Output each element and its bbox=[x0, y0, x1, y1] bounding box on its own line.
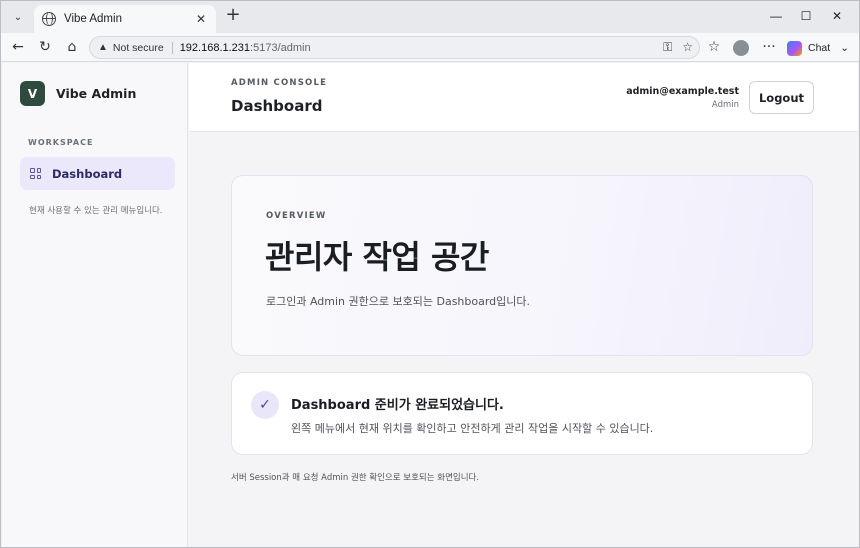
sidebar-section-label: WORKSPACE bbox=[28, 138, 94, 147]
copilot-icon bbox=[787, 40, 802, 56]
chat-button[interactable]: Chat ⌄ bbox=[787, 38, 849, 58]
overview-title: 관리자 작업 공간 bbox=[265, 238, 489, 276]
url-path: :5173/admin bbox=[250, 41, 311, 54]
browser-window: ⌄ Vibe Admin ✕ + — ☐ ✕ ← ↻ ⌂ ▲ Not secur… bbox=[0, 0, 860, 548]
overview-card: OVERVIEW 관리자 작업 공간 로그인과 Admin 권한으로 보호되는 … bbox=[231, 175, 813, 356]
back-arrow-icon[interactable]: ← bbox=[8, 37, 28, 57]
user-email: admin@example.test bbox=[626, 86, 739, 97]
browser-toolbar: ← ↻ ⌂ ▲ Not secure 192.168.1.231:5173/ad… bbox=[1, 33, 859, 62]
brand-logo: V bbox=[20, 81, 45, 106]
omnibox-divider bbox=[171, 41, 173, 54]
minimize-icon[interactable]: — bbox=[766, 9, 786, 23]
new-tab-plus-icon[interactable]: + bbox=[224, 6, 242, 25]
status-card: ✓ Dashboard 준비가 완료되었습니다. 왼쪽 메뉴에서 현재 위치를 … bbox=[231, 372, 813, 455]
maximize-icon[interactable]: ☐ bbox=[796, 9, 816, 23]
omnibox-icons: ⚿ ☆ bbox=[663, 40, 693, 55]
globe-icon bbox=[42, 12, 56, 26]
status-title: Dashboard 준비가 완료되었습니다. bbox=[291, 398, 504, 413]
grid-icon bbox=[30, 168, 41, 179]
warning-triangle-icon[interactable]: ▲ bbox=[98, 42, 108, 53]
star-icon[interactable]: ☆ bbox=[682, 40, 693, 55]
url-host: 192.168.1.231 bbox=[179, 41, 251, 54]
page-title: Dashboard bbox=[231, 97, 323, 115]
page-content: V Vibe Admin WORKSPACE Dashboard 현재 사용할 … bbox=[2, 63, 858, 547]
chat-label: Chat bbox=[808, 42, 831, 54]
not-secure-label[interactable]: Not secure bbox=[113, 42, 164, 54]
window-close-icon[interactable]: ✕ bbox=[827, 9, 847, 23]
chevron-down-icon[interactable]: ⌄ bbox=[840, 42, 849, 54]
tab-strip: ⌄ Vibe Admin ✕ + — ☐ ✕ bbox=[1, 1, 859, 33]
sidebar-item-dashboard[interactable]: Dashboard bbox=[20, 157, 175, 190]
reload-icon[interactable]: ↻ bbox=[35, 37, 55, 57]
browser-tab[interactable]: Vibe Admin ✕ bbox=[34, 5, 216, 33]
header-eyebrow: ADMIN CONSOLE bbox=[231, 78, 328, 88]
sidebar-note: 현재 사용할 수 있는 관리 메뉴입니다. bbox=[29, 206, 163, 216]
brand-name: Vibe Admin bbox=[56, 86, 137, 101]
status-description: 왼쪽 메뉴에서 현재 위치를 확인하고 안전하게 관리 작업을 시작할 수 있습… bbox=[291, 422, 654, 435]
check-icon: ✓ bbox=[251, 391, 279, 419]
footnote: 서버 Session과 매 요청 Admin 권한 확인으로 보호되는 화면입니… bbox=[231, 473, 480, 483]
key-icon[interactable]: ⚿ bbox=[663, 40, 672, 55]
tab-close-icon[interactable]: ✕ bbox=[194, 12, 208, 26]
brand[interactable]: V Vibe Admin bbox=[20, 81, 136, 106]
address-bar[interactable]: ▲ Not secure 192.168.1.231:5173/admin ⚿ … bbox=[89, 36, 700, 59]
sidebar: V Vibe Admin WORKSPACE Dashboard 현재 사용할 … bbox=[2, 63, 188, 547]
page-header: ADMIN CONSOLE Dashboard admin@example.te… bbox=[189, 63, 858, 132]
profile-avatar[interactable] bbox=[733, 40, 749, 56]
tab-title: Vibe Admin bbox=[64, 13, 122, 25]
favorites-icon[interactable]: ☆ bbox=[704, 37, 724, 57]
sidebar-item-label: Dashboard bbox=[52, 166, 123, 181]
more-menu-icon[interactable]: ··· bbox=[759, 37, 779, 57]
overview-label: OVERVIEW bbox=[266, 211, 327, 221]
overview-description: 로그인과 Admin 권한으로 보호되는 Dashboard입니다. bbox=[266, 295, 531, 308]
tab-search-chevron-icon[interactable]: ⌄ bbox=[7, 7, 29, 27]
logout-button[interactable]: Logout bbox=[749, 81, 814, 114]
user-role: Admin bbox=[711, 100, 739, 110]
home-icon[interactable]: ⌂ bbox=[62, 37, 82, 57]
